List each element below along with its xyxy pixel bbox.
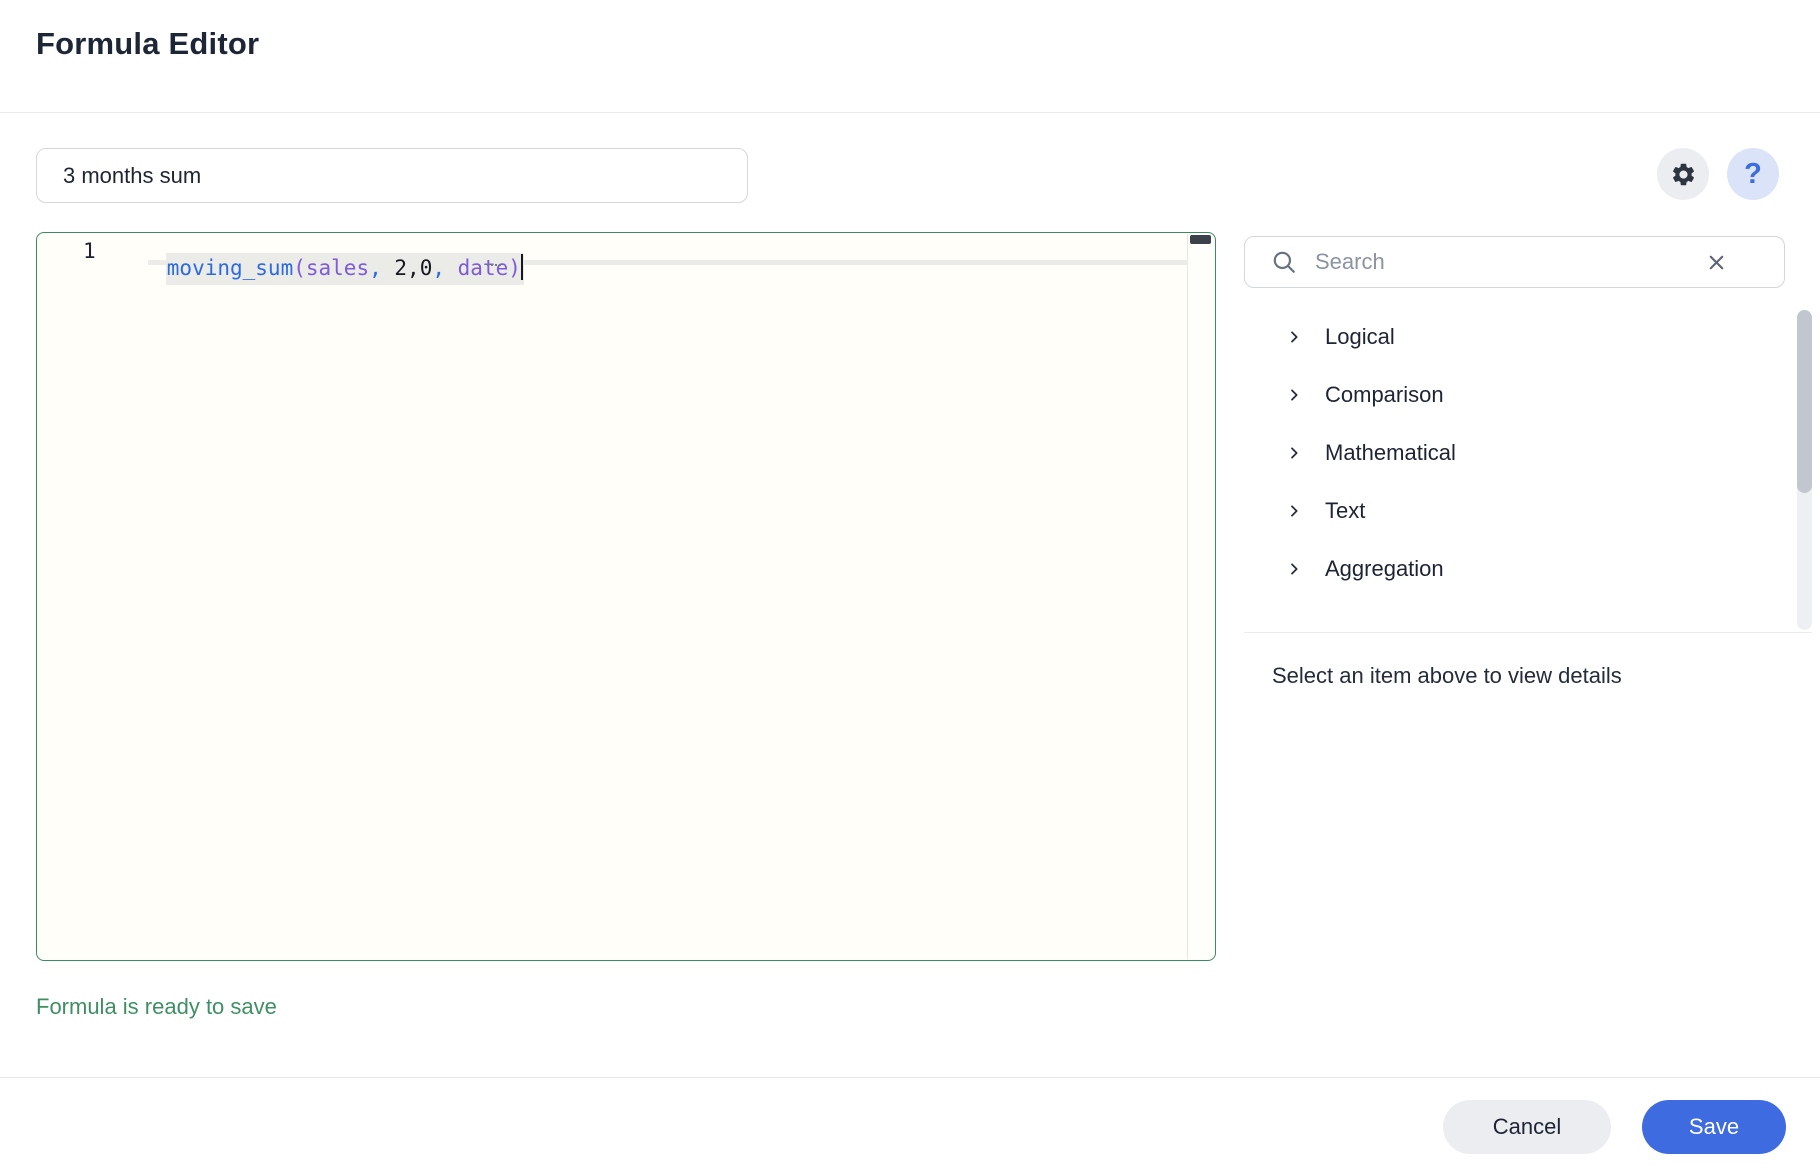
formula-name-input[interactable] [36, 148, 748, 203]
panel-scrollbar-thumb[interactable] [1797, 310, 1812, 493]
code-token-comma: , [432, 256, 445, 280]
editor-scrollbar-track[interactable] [1187, 234, 1214, 959]
category-row-aggregation[interactable]: Aggregation [1244, 540, 1784, 598]
function-search-input[interactable] [1315, 249, 1705, 275]
code-token-bracket: ( [293, 256, 306, 280]
bracket-match-underline [487, 264, 501, 266]
category-row-mathematical[interactable]: Mathematical [1244, 424, 1784, 482]
settings-button[interactable] [1657, 148, 1709, 200]
panel-scrollbar-track[interactable] [1797, 310, 1812, 630]
code-token-function: moving_sum [166, 256, 294, 280]
line-number: 1 [83, 239, 96, 263]
gear-icon [1670, 161, 1697, 188]
chevron-right-icon [1286, 503, 1302, 519]
code-line: moving_sum(sales, 2,0, date) [148, 235, 525, 285]
function-search-box [1244, 236, 1785, 288]
chevron-right-icon [1286, 329, 1302, 345]
code-token-field: date [457, 256, 509, 280]
chevron-right-icon [1286, 387, 1302, 403]
code-token-field: sales [305, 256, 370, 280]
footer-divider [0, 1077, 1820, 1078]
help-button[interactable]: ? [1727, 148, 1779, 200]
panel-divider [1244, 632, 1812, 633]
code-token-number: 2,0 [394, 256, 433, 280]
text-cursor [520, 254, 524, 280]
header-divider [0, 112, 1820, 113]
category-label: Logical [1325, 324, 1395, 349]
category-label: Comparison [1325, 382, 1444, 407]
question-mark-icon: ? [1744, 157, 1762, 190]
category-row-comparison[interactable]: Comparison [1244, 366, 1784, 424]
formula-code-editor[interactable]: 1 moving_sum(sales, 2,0, date) [36, 232, 1216, 961]
details-hint: Select an item above to view details [1272, 663, 1622, 688]
category-label: Aggregation [1325, 556, 1444, 581]
editor-scrollbar-thumb[interactable] [1190, 235, 1211, 244]
search-icon [1271, 249, 1297, 275]
save-button[interactable]: Save [1642, 1100, 1786, 1154]
cancel-button[interactable]: Cancel [1443, 1100, 1611, 1154]
function-category-list: Logical Comparison Mathematical Text Agg… [1244, 308, 1784, 598]
category-row-logical[interactable]: Logical [1244, 308, 1784, 366]
page-title: Formula Editor [36, 26, 260, 61]
formula-expression: moving_sum(sales, 2,0, date) [165, 253, 525, 285]
category-label: Mathematical [1325, 440, 1456, 465]
close-icon [1705, 251, 1728, 274]
status-message: Formula is ready to save [36, 994, 277, 1019]
clear-search-button[interactable] [1705, 251, 1728, 274]
chevron-right-icon [1286, 561, 1302, 577]
chevron-right-icon [1286, 445, 1302, 461]
code-token-comma: , [369, 256, 382, 280]
category-row-text[interactable]: Text [1244, 482, 1784, 540]
code-token-bracket: ) [508, 256, 521, 280]
category-label: Text [1325, 498, 1366, 523]
